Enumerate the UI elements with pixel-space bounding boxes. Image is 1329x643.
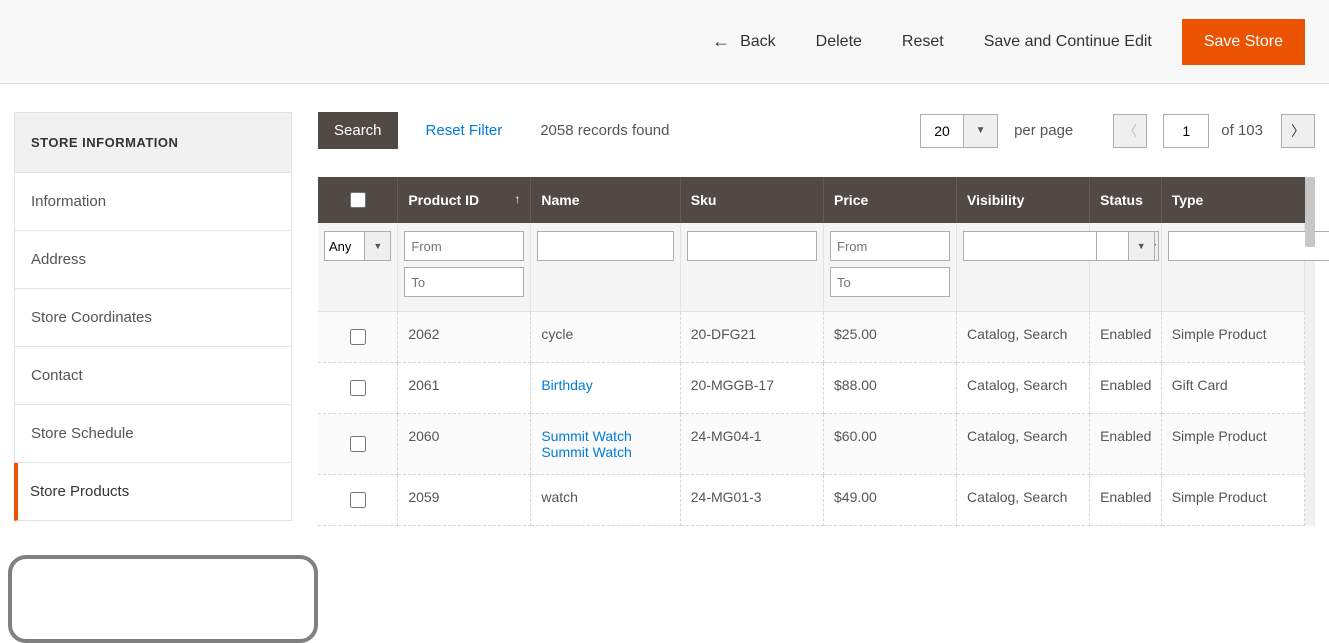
delete-button[interactable]: Delete	[816, 33, 862, 51]
product-name-link[interactable]: Summit Watch Summit Watch	[541, 428, 632, 460]
sort-asc-icon: ↑	[514, 192, 520, 206]
per-page-label: per page	[1014, 122, 1073, 139]
prev-page-button[interactable]: 〈	[1113, 114, 1147, 148]
cell-status: Enabled	[1090, 363, 1162, 414]
filter-sku-input[interactable]	[687, 231, 817, 261]
cell-name: Summit Watch Summit Watch	[531, 414, 680, 475]
content-area: Search Reset Filter 2058 records found ▼…	[318, 112, 1315, 526]
filter-any-select[interactable]	[324, 231, 365, 261]
page-of-label: of 103	[1221, 122, 1263, 139]
top-action-bar: ← Back Delete Reset Save and Continue Ed…	[0, 0, 1329, 84]
cell-name: Birthday	[531, 363, 680, 414]
sidebar-item-information[interactable]: Information	[14, 173, 292, 231]
records-found-label: 2058 records found	[540, 122, 669, 139]
product-name-link[interactable]: Birthday	[541, 377, 592, 393]
back-label: Back	[740, 33, 776, 51]
cell-visibility: Catalog, Search	[957, 475, 1090, 526]
filter-pid-to[interactable]	[404, 267, 524, 297]
cell-type: Simple Product	[1161, 414, 1304, 475]
table-row[interactable]: 2060 Summit Watch Summit Watch 24-MG04-1$6…	[318, 414, 1305, 475]
header-name[interactable]: Name	[531, 177, 680, 223]
cell-price: $25.00	[824, 312, 957, 363]
filter-any-dropdown-icon[interactable]: ▼	[365, 231, 391, 261]
cell-price: $88.00	[824, 363, 957, 414]
header-sku[interactable]: Sku	[680, 177, 823, 223]
grid-controls: Search Reset Filter 2058 records found ▼…	[318, 112, 1315, 149]
cell-price: $60.00	[824, 414, 957, 475]
cell-status: Enabled	[1090, 312, 1162, 363]
cell-product-id: 2061	[398, 363, 531, 414]
per-page-dropdown-icon[interactable]: ▼	[964, 114, 998, 148]
filter-name-input[interactable]	[537, 231, 673, 261]
cell-type: Simple Product	[1161, 312, 1304, 363]
products-grid: Product ID ↑ Name Sku Price Visibility S…	[318, 177, 1305, 526]
header-visibility[interactable]: Visibility	[957, 177, 1090, 223]
chevron-right-icon: 〉	[1291, 121, 1305, 141]
row-checkbox[interactable]	[350, 492, 366, 508]
sidebar-title: STORE INFORMATION	[14, 112, 292, 173]
filter-pid-from[interactable]	[404, 231, 524, 261]
sidebar-item-address[interactable]: Address	[14, 231, 292, 289]
filter-price-to[interactable]	[830, 267, 950, 297]
cell-visibility: Catalog, Search	[957, 363, 1090, 414]
cell-type: Simple Product	[1161, 475, 1304, 526]
back-button[interactable]: ← Back	[712, 31, 776, 52]
search-button[interactable]: Search	[318, 112, 398, 149]
row-checkbox[interactable]	[350, 329, 366, 345]
header-type[interactable]: Type	[1161, 177, 1304, 223]
cell-status: Enabled	[1090, 475, 1162, 526]
select-all-checkbox[interactable]	[350, 192, 366, 208]
cell-visibility: Catalog, Search	[957, 312, 1090, 363]
cell-product-id: 2059	[398, 475, 531, 526]
row-checkbox[interactable]	[350, 380, 366, 396]
header-product-id[interactable]: Product ID ↑	[398, 177, 531, 223]
table-row[interactable]: 2061 Birthday 20-MGGB-17$88.00Catalog, Sea…	[318, 363, 1305, 414]
chevron-left-icon: 〈	[1123, 121, 1137, 141]
cell-name: cycle	[531, 312, 680, 363]
sidebar-item-store-products[interactable]: Store Products	[14, 463, 292, 521]
cell-sku: 24-MG04-1	[680, 414, 823, 475]
header-status[interactable]: Status	[1090, 177, 1162, 223]
next-page-button[interactable]: 〉	[1281, 114, 1315, 148]
cell-price: $49.00	[824, 475, 957, 526]
row-checkbox[interactable]	[350, 436, 366, 452]
cell-sku: 20-MGGB-17	[680, 363, 823, 414]
header-price[interactable]: Price	[824, 177, 957, 223]
reset-filter-link[interactable]: Reset Filter	[426, 122, 503, 139]
per-page-input[interactable]	[920, 114, 964, 148]
cell-name: watch	[531, 475, 680, 526]
cell-status: Enabled	[1090, 414, 1162, 475]
filter-price-from[interactable]	[830, 231, 950, 261]
save-continue-button[interactable]: Save and Continue Edit	[984, 33, 1152, 51]
filter-status-select[interactable]	[1096, 231, 1129, 261]
save-store-button[interactable]: Save Store	[1182, 19, 1305, 65]
highlight-annotation	[8, 555, 318, 643]
cell-sku: 24-MG01-3	[680, 475, 823, 526]
cell-product-id: 2060	[398, 414, 531, 475]
sidebar-item-store-coordinates[interactable]: Store Coordinates	[14, 289, 292, 347]
sidebar-item-contact[interactable]: Contact	[14, 347, 292, 405]
arrow-left-icon: ←	[712, 31, 730, 52]
reset-button[interactable]: Reset	[902, 33, 944, 51]
page-number-input[interactable]	[1163, 114, 1209, 148]
cell-sku: 20-DFG21	[680, 312, 823, 363]
table-row[interactable]: 2062cycle20-DFG21$25.00Catalog, SearchEn…	[318, 312, 1305, 363]
filter-status-dropdown-icon[interactable]: ▼	[1129, 231, 1155, 261]
sidebar: STORE INFORMATION Information Address St…	[14, 112, 292, 526]
table-row[interactable]: 2059watch24-MG01-3$49.00Catalog, SearchE…	[318, 475, 1305, 526]
cell-product-id: 2062	[398, 312, 531, 363]
cell-type: Gift Card	[1161, 363, 1304, 414]
scrollbar-thumb[interactable]	[1305, 177, 1315, 247]
sidebar-item-store-schedule[interactable]: Store Schedule	[14, 405, 292, 463]
cell-visibility: Catalog, Search	[957, 414, 1090, 475]
